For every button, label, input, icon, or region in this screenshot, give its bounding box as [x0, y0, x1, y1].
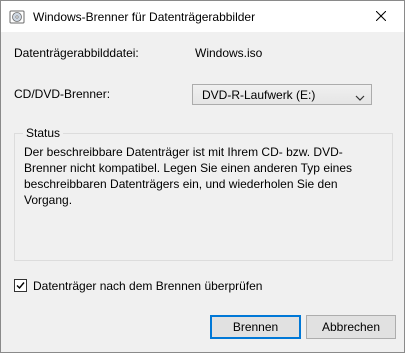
burner-selected-value: DVD-R-Laufwerk (E:): [202, 88, 316, 102]
verify-checkbox[interactable]: [14, 279, 27, 292]
disc-burner-icon: [9, 9, 25, 25]
verify-checkbox-label[interactable]: Datenträger nach dem Brennen überprüfen: [33, 278, 262, 294]
cancel-button[interactable]: Abbrechen: [306, 315, 396, 339]
burner-label: CD/DVD-Brenner:: [14, 87, 111, 101]
chevron-down-icon: [355, 91, 365, 101]
image-file-label: Datenträgerabbilddatei:: [14, 46, 139, 60]
title-bar[interactable]: Windows-Brenner für Datenträgerabbilder: [1, 1, 404, 32]
window-title: Windows-Brenner für Datenträgerabbilder: [33, 10, 256, 24]
close-button[interactable]: [358, 1, 404, 32]
status-message: Der beschreibbare Datenträger ist mit Ih…: [24, 145, 353, 207]
burner-dropdown[interactable]: DVD-R-Laufwerk (E:): [192, 84, 372, 105]
image-file-value: Windows.iso: [195, 46, 263, 60]
burn-button[interactable]: Brennen: [210, 315, 301, 339]
dialog-window: Windows-Brenner für Datenträgerabbilder …: [0, 0, 405, 353]
close-icon: [375, 10, 387, 24]
status-legend: Status: [23, 125, 64, 141]
